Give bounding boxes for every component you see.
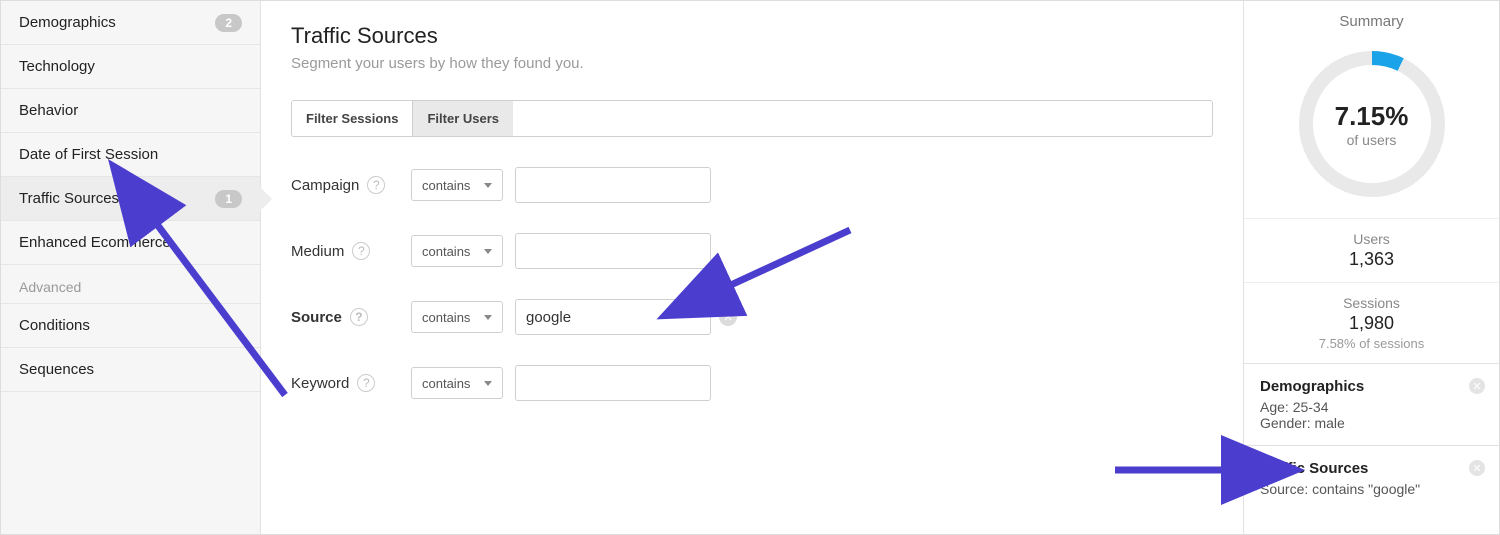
- close-icon[interactable]: ✕: [1469, 378, 1485, 394]
- summary-panel: Summary 7.15% of users Users 1,363 Sessi…: [1243, 1, 1499, 534]
- sidebar-item-label: Conditions: [19, 317, 90, 334]
- segment-builder: Demographics 2 Technology Behavior Date …: [0, 0, 1500, 535]
- keyword-input[interactable]: [515, 365, 711, 401]
- source-input[interactable]: [515, 299, 711, 335]
- stat-value: 1,363: [1244, 249, 1499, 270]
- sidebar-item-enhanced-ecommerce[interactable]: Enhanced Ecommerce: [1, 221, 260, 265]
- operator-label: contains: [422, 178, 470, 193]
- sidebar-item-technology[interactable]: Technology: [1, 45, 260, 89]
- clear-source-icon[interactable]: ✕: [719, 308, 737, 326]
- chevron-down-icon: [484, 381, 492, 386]
- sidebar-section-advanced: Advanced: [1, 265, 260, 304]
- row-label-source: Source ?: [291, 308, 411, 326]
- row-label-medium: Medium ?: [291, 242, 411, 260]
- chevron-down-icon: [484, 249, 492, 254]
- help-icon[interactable]: ?: [352, 242, 370, 260]
- chevron-down-icon: [484, 183, 492, 188]
- stat-users: Users 1,363: [1244, 218, 1499, 282]
- operator-label: contains: [422, 310, 470, 325]
- card-line: Gender: male: [1260, 415, 1483, 431]
- card-line: Source: contains "google": [1260, 481, 1483, 497]
- donut-label: of users: [1347, 132, 1397, 148]
- sidebar-item-sequences[interactable]: Sequences: [1, 348, 260, 392]
- sidebar-item-label: Behavior: [19, 102, 78, 119]
- stat-sub: 7.58% of sessions: [1244, 336, 1499, 351]
- stat-label: Users: [1244, 231, 1499, 247]
- row-label-campaign: Campaign ?: [291, 176, 411, 194]
- operator-label: contains: [422, 244, 470, 259]
- main-panel: Traffic Sources Segment your users by ho…: [261, 1, 1243, 534]
- page-subtitle: Segment your users by how they found you…: [291, 55, 1213, 72]
- sidebar-item-label: Technology: [19, 58, 95, 75]
- summary-title: Summary: [1244, 1, 1499, 34]
- label-text: Source: [291, 309, 342, 326]
- sidebar-item-label: Sequences: [19, 361, 94, 378]
- stat-sessions: Sessions 1,980 7.58% of sessions: [1244, 282, 1499, 363]
- label-text: Campaign: [291, 177, 359, 194]
- summary-card-demographics[interactable]: ✕ Demographics Age: 25-34 Gender: male: [1244, 363, 1499, 445]
- campaign-input[interactable]: [515, 167, 711, 203]
- operator-select-source[interactable]: contains: [411, 301, 503, 333]
- badge: 1: [215, 190, 242, 208]
- sidebar-item-date-first-session[interactable]: Date of First Session: [1, 133, 260, 177]
- sidebar-item-label: Traffic Sources: [19, 190, 119, 207]
- badge: 2: [215, 14, 242, 32]
- summary-card-traffic-sources[interactable]: ✕ Traffic Sources Source: contains "goog…: [1244, 445, 1499, 511]
- operator-label: contains: [422, 376, 470, 391]
- card-title: Demographics: [1260, 378, 1483, 395]
- filter-users-button[interactable]: Filter Users: [412, 101, 513, 136]
- row-source: Source ? contains ✕: [291, 299, 1213, 335]
- page-title: Traffic Sources: [291, 23, 1213, 49]
- donut-percent: 7.15%: [1335, 101, 1409, 132]
- sidebar-item-label: Date of First Session: [19, 146, 158, 163]
- sidebar-item-label: Enhanced Ecommerce: [19, 234, 171, 251]
- row-campaign: Campaign ? contains: [291, 167, 1213, 203]
- sidebar-item-conditions[interactable]: Conditions: [1, 304, 260, 348]
- help-icon[interactable]: ?: [350, 308, 368, 326]
- operator-select-medium[interactable]: contains: [411, 235, 503, 267]
- operator-select-campaign[interactable]: contains: [411, 169, 503, 201]
- row-label-keyword: Keyword ?: [291, 374, 411, 392]
- sidebar-item-label: Demographics: [19, 14, 116, 31]
- card-line: Age: 25-34: [1260, 399, 1483, 415]
- sidebar-item-behavior[interactable]: Behavior: [1, 89, 260, 133]
- sidebar-item-demographics[interactable]: Demographics 2: [1, 1, 260, 45]
- sidebar-item-traffic-sources[interactable]: Traffic Sources 1: [1, 177, 260, 221]
- chevron-down-icon: [484, 315, 492, 320]
- help-icon[interactable]: ?: [357, 374, 375, 392]
- stat-value: 1,980: [1244, 313, 1499, 334]
- filter-sessions-button[interactable]: Filter Sessions: [292, 101, 412, 136]
- sidebar: Demographics 2 Technology Behavior Date …: [1, 1, 261, 534]
- row-keyword: Keyword ? contains: [291, 365, 1213, 401]
- row-medium: Medium ? contains: [291, 233, 1213, 269]
- donut-center: 7.15% of users: [1292, 44, 1452, 204]
- stat-label: Sessions: [1244, 295, 1499, 311]
- filter-toggle: Filter Sessions Filter Users: [291, 100, 1213, 137]
- donut-chart: 7.15% of users: [1244, 34, 1499, 218]
- operator-select-keyword[interactable]: contains: [411, 367, 503, 399]
- help-icon[interactable]: ?: [367, 176, 385, 194]
- label-text: Keyword: [291, 375, 349, 392]
- medium-input[interactable]: [515, 233, 711, 269]
- label-text: Medium: [291, 243, 344, 260]
- close-icon[interactable]: ✕: [1469, 460, 1485, 476]
- card-title: Traffic Sources: [1260, 460, 1483, 477]
